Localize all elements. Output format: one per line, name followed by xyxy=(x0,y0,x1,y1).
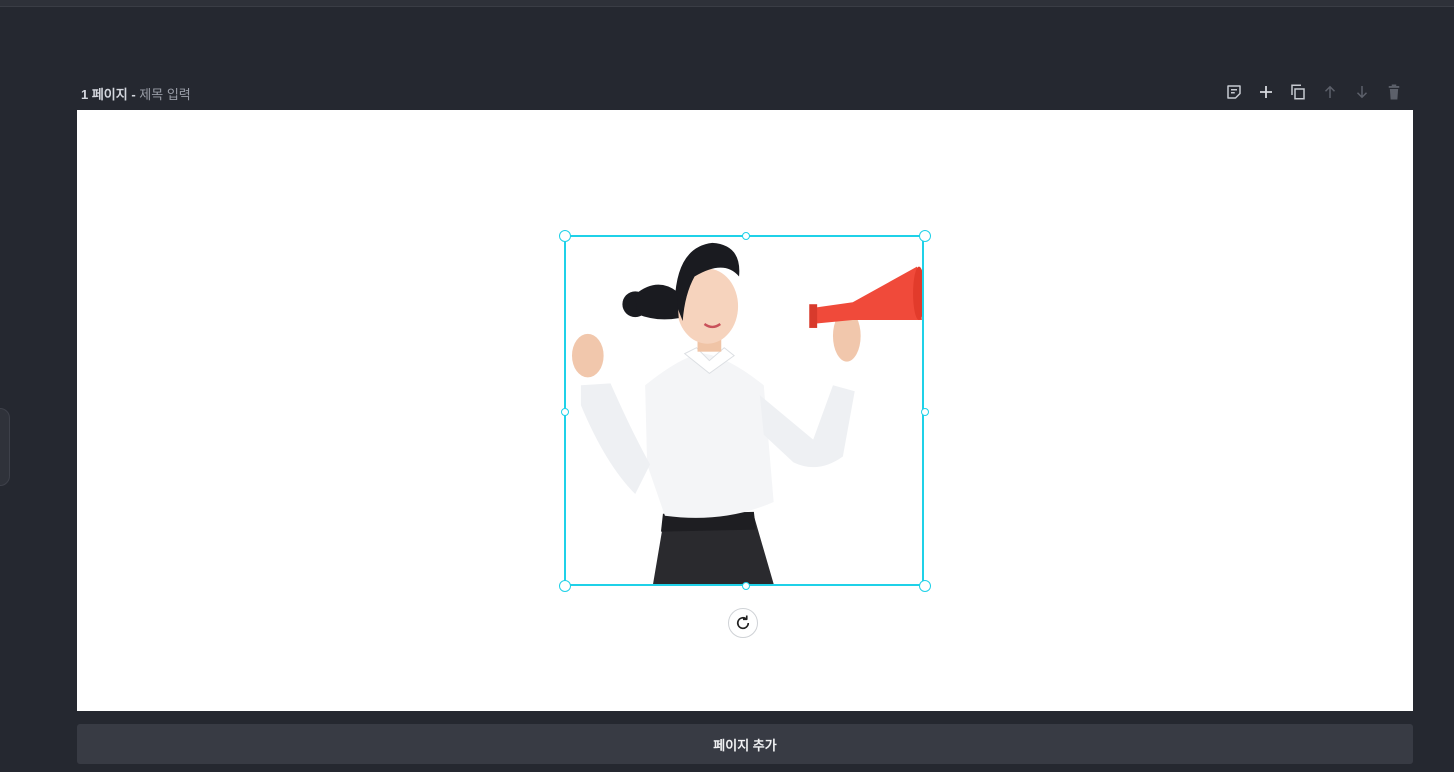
resize-handle-right[interactable] xyxy=(921,408,929,416)
arrow-down-icon xyxy=(1356,86,1368,99)
side-panel-handle[interactable] xyxy=(0,408,10,486)
page-number: 1 페이지 - xyxy=(81,87,136,102)
photo-illustration xyxy=(571,242,922,584)
move-page-up-button[interactable] xyxy=(1319,81,1341,103)
page-canvas[interactable] xyxy=(77,110,1413,711)
resize-handle-top-right[interactable] xyxy=(919,230,931,242)
resize-handle-bottom-right[interactable] xyxy=(919,580,931,592)
page-note-button[interactable] xyxy=(1223,81,1245,103)
woman-megaphone-image[interactable] xyxy=(566,237,922,584)
rotate-button[interactable] xyxy=(728,608,758,638)
page-toolbar xyxy=(1223,81,1405,103)
top-bar xyxy=(0,0,1454,7)
selected-image-frame[interactable] xyxy=(559,230,931,592)
page-label: 1 페이지 - 제목 입력 xyxy=(81,84,191,103)
page-title-input[interactable]: 제목 입력 xyxy=(139,87,190,102)
page-header: 1 페이지 - 제목 입력 xyxy=(77,76,1413,108)
trash-icon xyxy=(1388,84,1400,100)
add-page-button[interactable]: 페이지 추가 xyxy=(77,724,1413,764)
rotate-icon xyxy=(736,615,750,630)
copy-icon xyxy=(1291,84,1305,100)
resize-handle-bottom-left[interactable] xyxy=(559,580,571,592)
resize-handle-bottom[interactable] xyxy=(742,582,750,590)
arrow-up-icon xyxy=(1324,85,1336,98)
add-element-button[interactable] xyxy=(1255,81,1277,103)
move-page-down-button[interactable] xyxy=(1351,81,1373,103)
resize-handle-top-left[interactable] xyxy=(559,230,571,242)
resize-handle-top[interactable] xyxy=(742,232,750,240)
duplicate-page-button[interactable] xyxy=(1287,81,1309,103)
plus-icon xyxy=(1260,86,1272,98)
note-icon xyxy=(1227,85,1241,99)
delete-page-button[interactable] xyxy=(1383,81,1405,103)
resize-handle-left[interactable] xyxy=(561,408,569,416)
